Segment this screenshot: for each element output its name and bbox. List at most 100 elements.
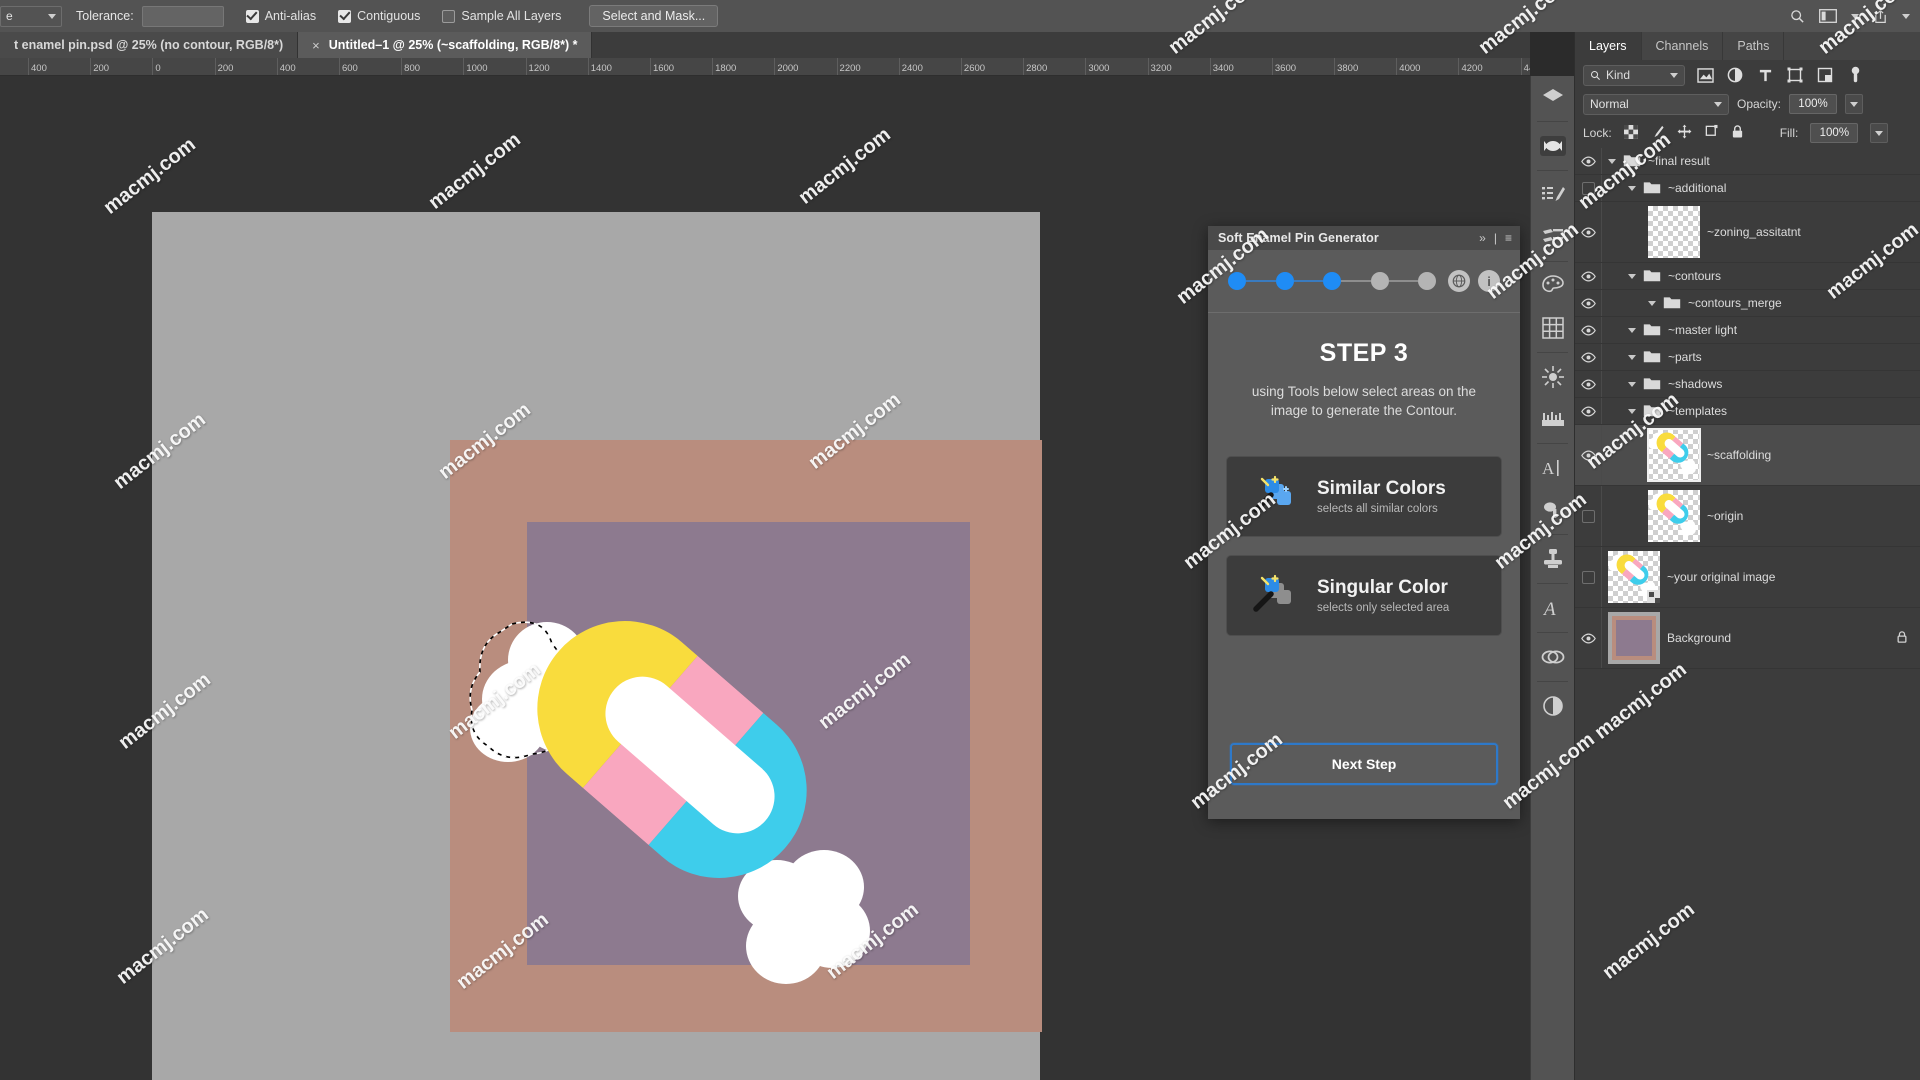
eye-visible-icon[interactable]	[1575, 226, 1601, 238]
chevron-down-icon[interactable]	[1902, 13, 1910, 19]
layer-row[interactable]: ~shadows	[1575, 371, 1920, 398]
layer-list[interactable]: ~final result ~additional ~zoning_assitatn…	[1575, 148, 1920, 1080]
contiguous-checkbox[interactable]: Contiguous	[338, 9, 420, 23]
gradients-icon[interactable]	[1531, 356, 1575, 398]
layer-thumbnail[interactable]	[1648, 206, 1700, 258]
chevron-down-icon[interactable]	[1628, 408, 1636, 414]
chevron-down-icon[interactable]	[1628, 381, 1636, 387]
layer-row[interactable]: ~master light	[1575, 317, 1920, 344]
eye-visible-icon[interactable]	[1575, 632, 1601, 644]
step-dot[interactable]	[1323, 272, 1341, 290]
document-tab[interactable]: t enamel pin.psd @ 25% (no contour, RGB/…	[0, 32, 299, 58]
character-icon[interactable]: A	[1531, 447, 1575, 489]
step-dot[interactable]	[1418, 272, 1436, 290]
generator-panel-titlebar[interactable]: Soft Enamel Pin Generator » | ≡	[1208, 226, 1520, 250]
filter-toggle-icon[interactable]	[1845, 65, 1865, 85]
chevron-down-icon[interactable]	[1628, 185, 1636, 191]
step-dot[interactable]	[1370, 272, 1389, 290]
eye-visible-icon[interactable]	[1575, 449, 1601, 461]
soft-enamel-pin-generator-panel[interactable]: Soft Enamel Pin Generator » | ≡ i STEP 3…	[1208, 226, 1520, 819]
paragraph-icon[interactable]	[1531, 489, 1575, 531]
lock-all-icon[interactable]	[1731, 124, 1744, 142]
lock-transparent-pixels-icon[interactable]	[1623, 124, 1638, 142]
chevron-down-icon[interactable]	[1648, 300, 1656, 306]
fill-value[interactable]: 100%	[1810, 123, 1859, 143]
share-icon[interactable]	[1873, 9, 1888, 24]
adjustments-icon[interactable]	[1531, 685, 1575, 727]
filter-pixel-icon[interactable]	[1695, 65, 1715, 85]
eye-visible-icon[interactable]	[1575, 378, 1601, 390]
layer-row[interactable]: ~zoning_assitatnt	[1575, 202, 1920, 263]
fill-stepper[interactable]	[1870, 123, 1889, 143]
layer-row[interactable]: ~your original image	[1575, 547, 1920, 608]
eye-hidden-icon[interactable]	[1575, 570, 1601, 584]
eye-hidden-icon[interactable]	[1575, 509, 1601, 523]
patterns-icon[interactable]	[1531, 398, 1575, 440]
document-tab-active[interactable]: × Untitled–1 @ 25% (~scaffolding, RGB/8*…	[298, 32, 593, 58]
select-and-mask-button[interactable]: Select and Mask...	[589, 5, 719, 27]
filter-adjustment-icon[interactable]	[1725, 65, 1745, 85]
filter-kind-select[interactable]: Kind	[1583, 64, 1685, 86]
layer-row[interactable]: ~additional	[1575, 175, 1920, 202]
eye-visible-icon[interactable]	[1575, 324, 1601, 336]
eye-visible-icon[interactable]	[1575, 270, 1601, 282]
opacity-value[interactable]: 100%	[1789, 94, 1838, 114]
chevron-down-icon[interactable]	[1628, 273, 1636, 279]
filter-smart-object-icon[interactable]	[1815, 65, 1835, 85]
layer-row[interactable]: ~parts	[1575, 344, 1920, 371]
step-dot[interactable]	[1275, 272, 1294, 290]
tab-layers[interactable]: Layers	[1575, 32, 1642, 60]
clone-source-icon[interactable]	[1531, 538, 1575, 580]
collapse-icon[interactable]: »	[1479, 231, 1486, 245]
layers-stack-icon[interactable]	[1531, 76, 1575, 118]
color-palette-icon[interactable]	[1531, 265, 1575, 307]
chevron-down-icon[interactable]	[1851, 13, 1859, 19]
swatches-grid-icon[interactable]	[1531, 307, 1575, 349]
brushes-icon[interactable]	[1531, 216, 1575, 258]
lock-image-pixels-icon[interactable]	[1650, 124, 1665, 142]
next-step-button[interactable]: Next Step	[1230, 743, 1498, 785]
glyphs-icon[interactable]: A	[1531, 587, 1575, 629]
chevron-down-icon[interactable]	[1628, 354, 1636, 360]
info-icon[interactable]: i	[1478, 270, 1500, 292]
lock-position-icon[interactable]	[1677, 124, 1692, 142]
eye-visible-icon[interactable]	[1575, 297, 1601, 309]
layer-row[interactable]: ~templates	[1575, 398, 1920, 425]
libraries-icon[interactable]	[1531, 636, 1575, 678]
layer-row[interactable]: ~scaffolding	[1575, 425, 1920, 486]
layer-thumbnail[interactable]	[1648, 490, 1700, 542]
layer-thumbnail[interactable]	[1608, 551, 1660, 603]
layer-row[interactable]: Background	[1575, 608, 1920, 669]
filter-type-icon[interactable]	[1755, 65, 1775, 85]
layer-row[interactable]: ~final result	[1575, 148, 1920, 175]
eye-visible-icon[interactable]	[1575, 405, 1601, 417]
layer-row[interactable]: ~origin	[1575, 486, 1920, 547]
anti-alias-checkbox[interactable]: Anti-alias	[245, 9, 316, 23]
layer-thumbnail[interactable]	[1608, 612, 1660, 664]
chevron-down-icon[interactable]	[1628, 327, 1636, 333]
tolerance-input[interactable]	[141, 5, 224, 27]
layer-row[interactable]: ~contours	[1575, 263, 1920, 290]
brush-properties-icon[interactable]	[1531, 174, 1575, 216]
step-dot[interactable]	[1228, 272, 1246, 290]
layer-row[interactable]: ~contours_merge	[1575, 290, 1920, 317]
workspace-layout-icon[interactable]	[1819, 9, 1837, 23]
search-icon[interactable]	[1790, 9, 1805, 24]
tab-channels[interactable]: Channels	[1642, 32, 1724, 60]
layer-thumbnail[interactable]	[1647, 428, 1701, 482]
close-icon[interactable]: ×	[312, 38, 320, 53]
selection-mode-select[interactable]: e	[0, 5, 62, 27]
candy-pin-icon[interactable]	[1531, 125, 1575, 167]
singular-color-button[interactable]: Singular Color selects only selected are…	[1226, 555, 1502, 636]
tab-paths[interactable]: Paths	[1723, 32, 1785, 60]
lock-artboard-nesting-icon[interactable]	[1704, 124, 1719, 142]
eye-visible-icon[interactable]	[1575, 155, 1601, 167]
sample-all-layers-checkbox[interactable]: Sample All Layers	[442, 9, 561, 23]
similar-colors-button[interactable]: Similar Colors selects all similar color…	[1226, 456, 1502, 537]
chevron-down-icon[interactable]	[1608, 158, 1616, 164]
panel-menu-icon[interactable]: ≡	[1505, 231, 1512, 245]
filter-shape-icon[interactable]	[1785, 65, 1805, 85]
globe-icon[interactable]	[1448, 270, 1470, 292]
blend-mode-select[interactable]: Normal	[1583, 93, 1729, 115]
opacity-stepper[interactable]	[1845, 94, 1864, 114]
